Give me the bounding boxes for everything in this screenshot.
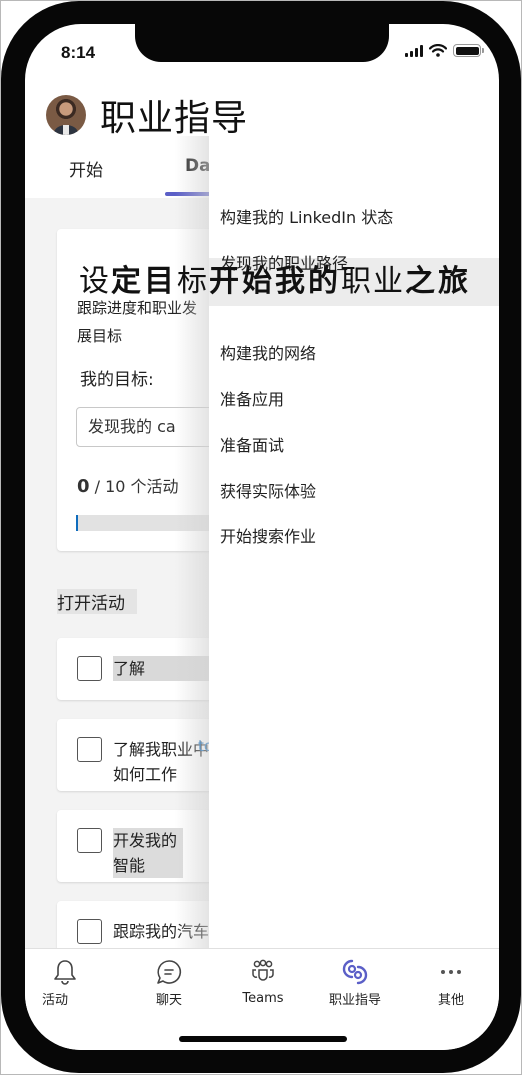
nav-activity[interactable]: 活动 xyxy=(25,957,105,1008)
status-time: 8:14 xyxy=(61,43,96,62)
nav-label: 职业指导 xyxy=(328,993,381,1008)
bottom-navigation: 活动 聊天 Teams 职业指导 其他 xyxy=(25,948,499,1050)
goal-card-title: 设定目标开始我的职业之旅 xyxy=(79,256,471,300)
title-segment: 标 xyxy=(177,264,209,299)
title-segment: 职业 xyxy=(341,264,405,299)
wifi-icon xyxy=(429,44,447,57)
title-segment: 设 xyxy=(79,264,111,299)
activity-label: 开发我的智能 xyxy=(113,828,183,878)
activity-checkbox[interactable] xyxy=(77,737,102,762)
home-indicator xyxy=(179,1036,347,1042)
signal-icon xyxy=(405,44,423,57)
progress-total: / 10 个活动 xyxy=(89,477,179,496)
battery-icon xyxy=(453,44,484,57)
nav-chat[interactable]: 聊天 xyxy=(129,957,209,1008)
progress-bar-fill xyxy=(76,515,78,531)
teams-icon xyxy=(252,959,274,981)
menu-item-linkedin[interactable]: 构建我的 LinkedIn 状态 xyxy=(220,204,393,228)
nav-more[interactable]: 其他 xyxy=(411,957,491,1008)
avatar[interactable] xyxy=(46,95,86,135)
title-segment: 目 xyxy=(144,264,177,299)
goal-label: 我的目标: xyxy=(80,370,154,390)
menu-item-experience[interactable]: 获得实际体验 xyxy=(220,478,316,502)
page-title: 职业指导 xyxy=(100,98,249,139)
nav-career-coach[interactable]: 职业指导 xyxy=(315,957,395,1008)
title-segment: 之旅 xyxy=(405,264,471,299)
app-header: 职业指导 xyxy=(46,89,248,141)
phone-screen: 8:14 职业指导 开始 Da 跟踪进度和职业发展目标 我的 xyxy=(25,24,499,1050)
chat-icon xyxy=(157,960,182,984)
open-activities-title: 打开活动 xyxy=(57,589,137,614)
notch xyxy=(135,24,389,62)
title-segment: 开始我的 xyxy=(209,264,341,299)
career-coach-icon xyxy=(342,959,368,985)
status-icons xyxy=(405,44,484,57)
phone-frame: 8:14 职业指导 开始 Da 跟踪进度和职业发展目标 我的 xyxy=(1,1,521,1073)
progress-done-count: 0 xyxy=(77,476,90,497)
menu-item-network[interactable]: 构建我的网络 xyxy=(220,340,316,364)
bell-icon xyxy=(54,960,76,985)
activity-checkbox[interactable] xyxy=(77,828,102,853)
tab-start[interactable]: 开始 xyxy=(69,156,103,181)
nav-label: Teams xyxy=(242,991,284,1006)
activity-checkbox[interactable] xyxy=(77,656,102,681)
nav-label: 聊天 xyxy=(155,993,182,1008)
nav-teams[interactable]: Teams xyxy=(223,957,303,1006)
nav-label: 其他 xyxy=(437,993,464,1008)
goal-progress-text: 0 / 10 个活动 xyxy=(77,473,179,497)
more-icon xyxy=(441,970,461,974)
menu-item-prepare-application[interactable]: 准备应用 xyxy=(220,386,284,410)
menu-item-prepare-interview[interactable]: 准备面试 xyxy=(220,432,284,456)
menu-item-job-search[interactable]: 开始搜索作业 xyxy=(220,523,316,547)
activity-checkbox[interactable] xyxy=(77,919,102,944)
title-segment: 定 xyxy=(111,264,144,299)
nav-label: 活动 xyxy=(41,993,68,1008)
